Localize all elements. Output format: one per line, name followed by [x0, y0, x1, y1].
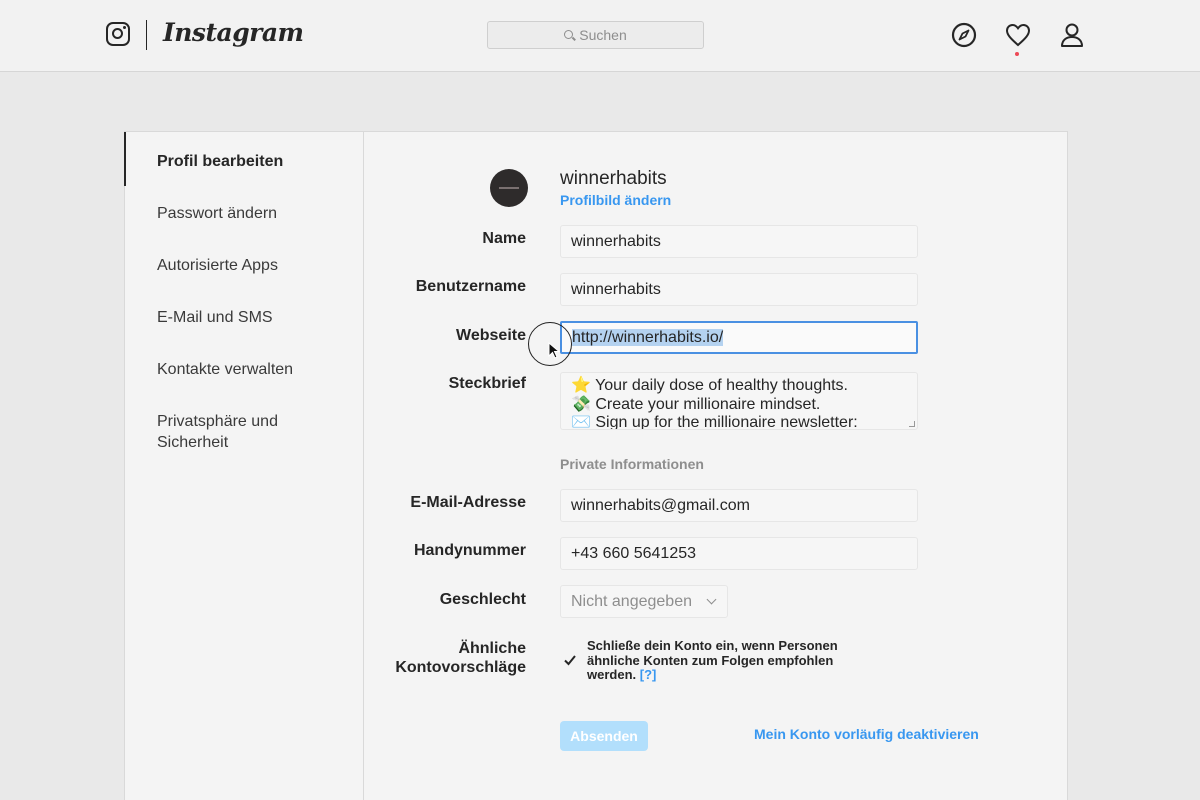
- phone-label: Handynummer: [413, 542, 526, 559]
- suggestions-label-line-2: Kontovorschläge: [395, 659, 526, 676]
- top-nav-bar: Instagram Suchen: [0, 0, 1200, 72]
- instagram-wordmark[interactable]: Instagram: [163, 18, 304, 47]
- website-field[interactable]: http://winnerhabits.io/: [560, 321, 918, 354]
- change-photo-link[interactable]: Profilbild ändern: [560, 192, 671, 208]
- compass-icon[interactable]: [950, 21, 978, 49]
- username-label: Benutzername: [415, 278, 526, 295]
- bio-line-1: ⭐ Your daily dose of healthy thoughts.: [571, 377, 848, 394]
- sidebar-item-change-password[interactable]: Passwort ändern: [157, 203, 277, 224]
- submit-button[interactable]: Absenden: [560, 721, 648, 751]
- phone-field[interactable]: +43 660 5641253: [560, 537, 918, 570]
- sidebar-item-manage-contacts[interactable]: Kontakte verwalten: [157, 359, 293, 380]
- username-field[interactable]: winnerhabits: [560, 273, 918, 306]
- search-input[interactable]: Suchen: [487, 21, 704, 49]
- website-label: Webseite: [456, 327, 526, 344]
- gender-label: Geschlecht: [439, 591, 526, 608]
- chevron-down-icon: [706, 594, 717, 605]
- name-label: Name: [482, 230, 526, 247]
- notification-dot: [1015, 52, 1019, 56]
- bio-line-3: ✉️ Sign up for the millionaire newslette…: [571, 414, 858, 430]
- active-indicator: [124, 132, 126, 186]
- settings-card: Profil bearbeiten Passwort ändern Autori…: [124, 131, 1068, 800]
- website-value: http://winnerhabits.io/: [572, 329, 724, 346]
- bio-line-2: 💸 Create your millionaire mindset.: [571, 395, 821, 413]
- search-placeholder: Suchen: [579, 27, 627, 43]
- profile-username: winnerhabits: [560, 168, 667, 189]
- resize-handle-icon[interactable]: [909, 421, 915, 427]
- suggestions-checkbox[interactable]: [563, 653, 577, 667]
- deactivate-account-link[interactable]: Mein Konto vorläufig deaktivieren: [754, 726, 979, 742]
- sidebar-item-edit-profile[interactable]: Profil bearbeiten: [157, 151, 283, 172]
- sidebar-item-email-sms[interactable]: E-Mail und SMS: [157, 307, 273, 328]
- suggestions-label-line-1: Ähnliche: [458, 640, 526, 657]
- gender-value: Nicht angegeben: [571, 593, 692, 610]
- gender-select[interactable]: Nicht angegeben: [560, 585, 728, 618]
- private-info-heading: Private Informationen: [560, 456, 704, 472]
- email-field[interactable]: winnerhabits@gmail.com: [560, 489, 918, 522]
- heart-icon[interactable]: [1004, 21, 1032, 49]
- avatar[interactable]: [490, 169, 528, 207]
- suggestions-label: Ähnliche Kontovorschläge: [326, 639, 526, 677]
- sidebar-item-authorized-apps[interactable]: Autorisierte Apps: [157, 255, 278, 276]
- user-icon[interactable]: [1058, 21, 1086, 49]
- suggestions-text: Schließe dein Konto ein, wenn Personen ä…: [587, 638, 867, 683]
- search-icon: [564, 29, 574, 39]
- logo-divider: [146, 20, 147, 50]
- suggestions-description: Schließe dein Konto ein, wenn Personen ä…: [587, 638, 838, 682]
- help-link[interactable]: [?]: [640, 667, 657, 682]
- sidebar-item-privacy-security[interactable]: Privatsphäre und Sicherheit: [157, 411, 307, 453]
- name-field[interactable]: winnerhabits: [560, 225, 918, 258]
- camera-logo-icon[interactable]: [106, 22, 130, 46]
- email-label: E-Mail-Adresse: [410, 494, 526, 511]
- mouse-cursor-icon: [548, 342, 560, 359]
- bio-label: Steckbrief: [448, 375, 526, 392]
- bio-textarea[interactable]: ⭐ Your daily dose of healthy thoughts. 💸…: [560, 372, 918, 430]
